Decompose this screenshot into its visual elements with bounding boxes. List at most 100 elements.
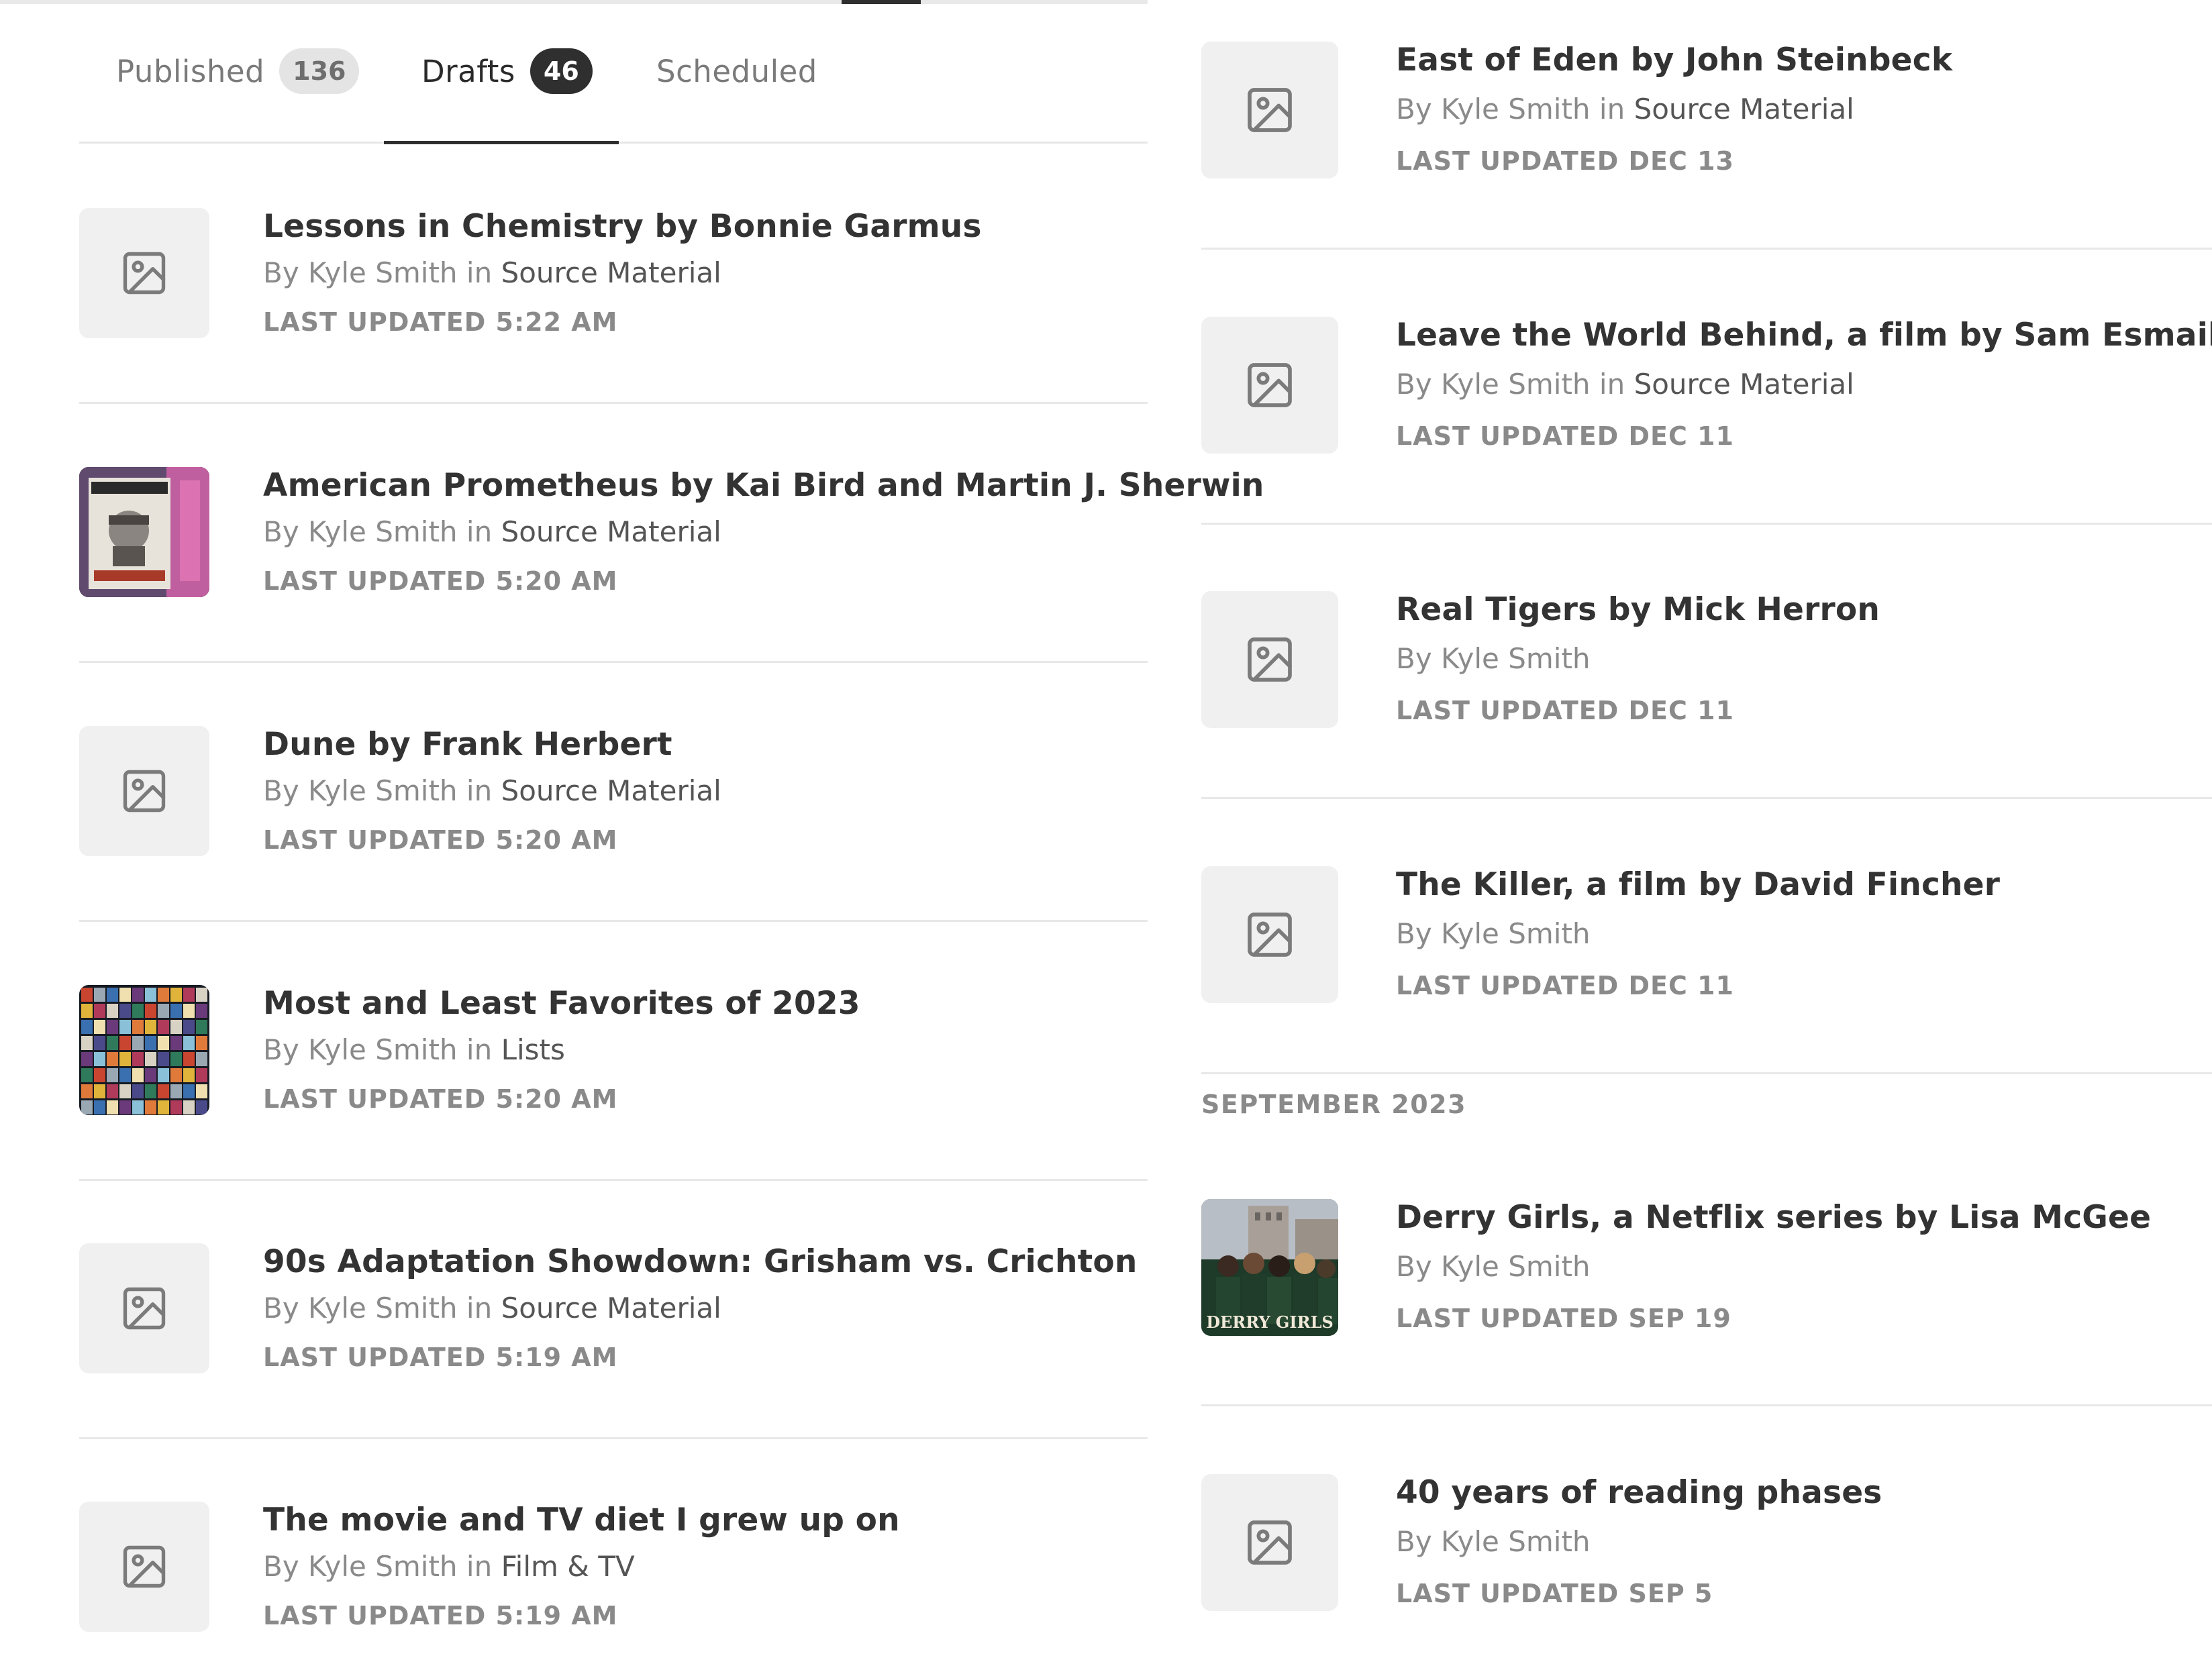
draft-item[interactable]: The Killer, a film by David Fincher By K… [1201,866,2212,1007]
mini-poster [196,1100,207,1114]
tab-scheduled[interactable]: Scheduled [656,40,817,102]
item-title[interactable]: The Killer, a film by David Fincher [1396,866,2000,903]
item-category[interactable]: Film & TV [501,1550,635,1583]
mini-poster [94,1068,105,1082]
placeholder-image-icon [79,1502,209,1632]
mini-poster [158,1084,169,1098]
placeholder-image-icon [1201,42,1338,178]
mini-poster [183,1100,195,1114]
mini-poster [158,1004,169,1018]
item-title[interactable]: American Prometheus by Kai Bird and Mart… [263,467,1264,504]
draft-item[interactable]: Leave the World Behind, a film by Sam Es… [1201,317,2212,458]
mini-poster [132,1020,144,1034]
item-divider [79,402,1148,404]
mini-poster [81,988,93,1002]
draft-item[interactable]: 90s Adaptation Showdown: Grisham vs. Cri… [79,1243,1148,1377]
mini-poster [119,1084,131,1098]
item-updated: LAST UPDATED SEP 5 [1396,1579,1713,1608]
item-byline: By Kyle Smith in Source Material [263,515,721,548]
item-byline: By Kyle Smith in Source Material [1396,368,1854,401]
mini-poster [107,1036,118,1050]
draft-item[interactable]: 40 years of reading phases By Kyle Smith… [1201,1474,2212,1615]
mini-poster [183,988,195,1002]
item-updated: LAST UPDATED 5:20 AM [263,1084,618,1114]
post-tabs: Published 136 Drafts 46 Scheduled [79,0,1148,144]
mini-poster [145,1084,156,1098]
mini-poster [132,1052,144,1066]
draft-item[interactable]: Dune by Frank Herbert By Kyle Smith in S… [79,726,1148,860]
item-title[interactable]: East of Eden by John Steinbeck [1396,42,1952,79]
item-title[interactable]: The movie and TV diet I grew up on [263,1502,900,1539]
draft-item[interactable]: DERRY GIRLS Derry Girls, a Netflix serie… [1201,1199,2212,1340]
mini-poster [132,988,144,1002]
item-byline: By Kyle Smith [1396,1525,1591,1558]
item-byline: By Kyle Smith in Film & TV [263,1550,635,1583]
mini-poster [145,1020,156,1034]
tab-label: Drafts [421,53,515,89]
item-byline: By Kyle Smith [1396,642,1591,675]
mini-poster [81,1100,93,1114]
item-divider [79,1179,1148,1181]
mini-poster [132,1100,144,1114]
item-divider [79,661,1148,663]
mini-poster [81,1052,93,1066]
item-title[interactable]: Most and Least Favorites of 2023 [263,985,860,1022]
item-title[interactable]: Dune by Frank Herbert [263,726,672,763]
placeholder-image-icon [1201,591,1338,728]
item-updated: LAST UPDATED SEP 19 [1396,1304,1731,1333]
item-byline: By Kyle Smith in Source Material [263,1292,721,1324]
draft-item[interactable]: East of Eden by John Steinbeck By Kyle S… [1201,42,2212,183]
item-title[interactable]: 40 years of reading phases [1396,1474,1882,1511]
mini-poster [145,1004,156,1018]
draft-item[interactable]: The movie and TV diet I grew up on By Ky… [79,1502,1148,1636]
placeholder-image-icon [1201,1474,1338,1611]
poster-caption: DERRY GIRLS [1206,1312,1334,1332]
mini-poster [94,1004,105,1018]
item-divider [1201,1404,2212,1406]
mini-poster [132,1084,144,1098]
item-updated: LAST UPDATED 5:22 AM [263,307,618,337]
item-category[interactable]: Source Material [1634,93,1854,125]
count-badge: 46 [530,48,593,94]
mini-poster [119,1068,131,1082]
item-byline: By Kyle Smith in Source Material [263,256,721,289]
item-updated: LAST UPDATED 5:19 AM [263,1601,618,1630]
tab-published[interactable]: Published 136 [116,40,360,102]
item-title[interactable]: Derry Girls, a Netflix series by Lisa Mc… [1396,1199,2151,1236]
tab-drafts[interactable]: Drafts 46 [421,40,593,102]
item-category[interactable]: Lists [501,1033,565,1066]
mini-poster [94,1036,105,1050]
draft-item[interactable]: Real Tigers by Mick Herron By Kyle Smith… [1201,591,2212,732]
item-category[interactable]: Source Material [501,1292,721,1324]
mini-poster [107,1100,118,1114]
item-title[interactable]: Leave the World Behind, a film by Sam Es… [1396,317,2212,354]
item-byline: By Kyle Smith in Source Material [1396,93,1854,125]
mini-poster [132,1004,144,1018]
mini-poster [81,1020,93,1034]
item-category[interactable]: Source Material [501,774,721,807]
item-title[interactable]: 90s Adaptation Showdown: Grisham vs. Cri… [263,1243,1138,1280]
mini-poster [183,1068,195,1082]
mini-poster [158,1068,169,1082]
mini-poster [94,1100,105,1114]
mini-poster [196,1084,207,1098]
item-category[interactable]: Source Material [501,515,721,548]
mini-poster [170,1036,182,1050]
draft-item[interactable]: American Prometheus by Kai Bird and Mart… [79,467,1264,601]
mini-poster [158,1036,169,1050]
mini-poster [132,1068,144,1082]
mini-poster [94,988,105,1002]
item-title[interactable]: Lessons in Chemistry by Bonnie Garmus [263,208,982,245]
item-category[interactable]: Source Material [1634,368,1854,401]
mini-poster [158,988,169,1002]
placeholder-image-icon [79,208,209,338]
item-title[interactable]: Real Tigers by Mick Herron [1396,591,1880,628]
item-category[interactable]: Source Material [501,256,721,289]
mini-poster [196,1068,207,1082]
mini-poster [81,1084,93,1098]
item-divider [79,920,1148,922]
draft-item[interactable]: Lessons in Chemistry by Bonnie Garmus By… [79,208,1148,342]
draft-item[interactable]: Most and Least Favorites of 2023 By Kyle… [79,985,1148,1119]
item-divider [1201,1072,2212,1074]
mini-poster [196,1036,207,1050]
